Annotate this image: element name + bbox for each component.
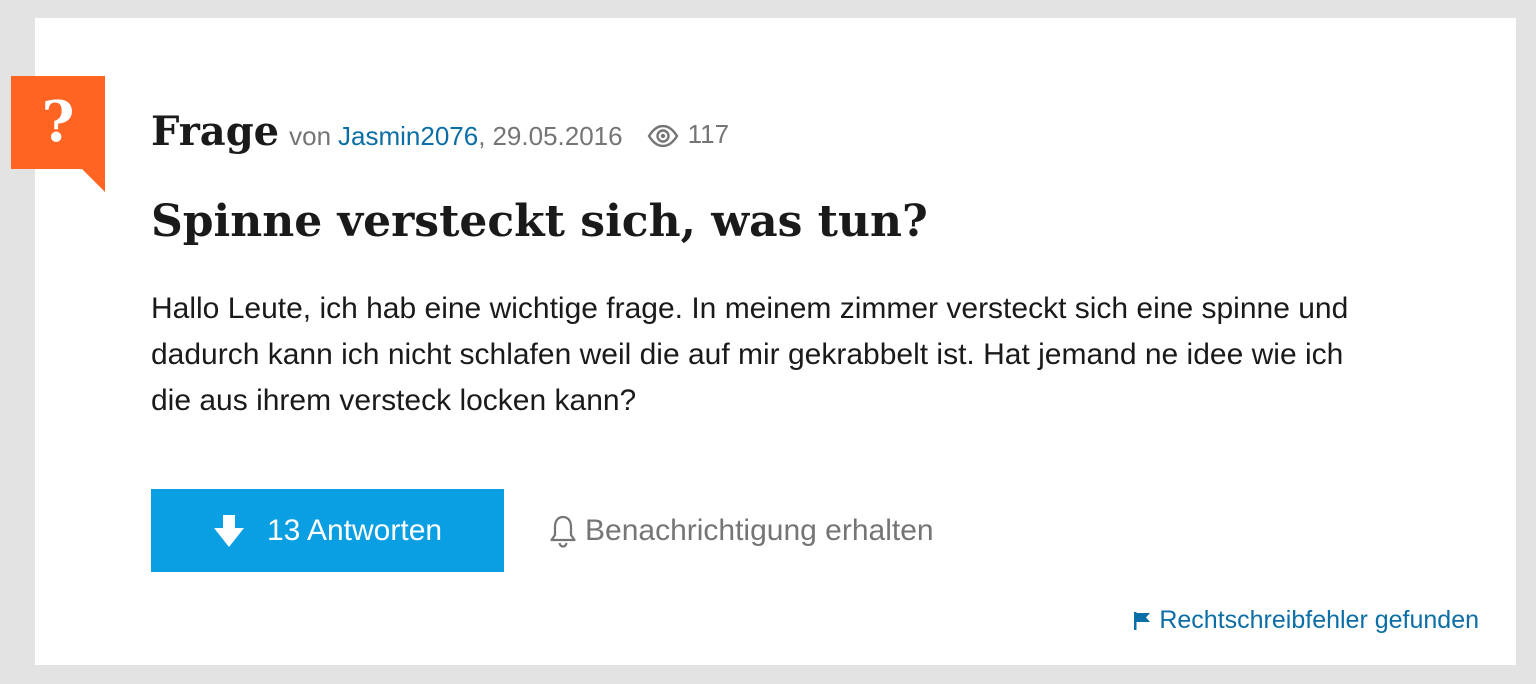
question-badge: ? (11, 76, 105, 169)
answers-button[interactable]: 13 Antworten (151, 489, 504, 572)
flag-icon (1134, 611, 1151, 630)
author-link[interactable]: Jasmin2076 (338, 121, 478, 152)
date-separator: , (478, 121, 486, 151)
answers-button-label: 13 Antworten (266, 513, 443, 547)
eye-icon (647, 125, 679, 147)
question-title: Spinne versteckt sich, was tun? (151, 196, 928, 247)
question-meta: Frage von Jasmin2076, 29.05.2016 117 (151, 108, 729, 168)
author-prefix: von (289, 121, 332, 151)
report-typo-link[interactable]: Rechtschreibfehler gefunden (1133, 606, 1479, 635)
question-mark-icon: ? (41, 89, 75, 155)
view-count: 117 (647, 119, 729, 150)
question-date: 29.05.2016 (492, 121, 623, 151)
question-type-label: Frage (151, 108, 280, 155)
question-body: Hallo Leute, ich hab eine wichtige frage… (151, 292, 1349, 417)
view-count-value: 117 (687, 118, 730, 149)
bell-icon (550, 515, 576, 548)
notification-link-label: Benachrichtigung erhalten (585, 513, 934, 547)
report-typo-label: Rechtschreibfehler gefunden (1159, 606, 1479, 634)
question-badge-tail (82, 169, 105, 192)
arrow-down-icon (213, 514, 244, 547)
notification-link[interactable]: Benachrichtigung erhalten (549, 489, 934, 572)
